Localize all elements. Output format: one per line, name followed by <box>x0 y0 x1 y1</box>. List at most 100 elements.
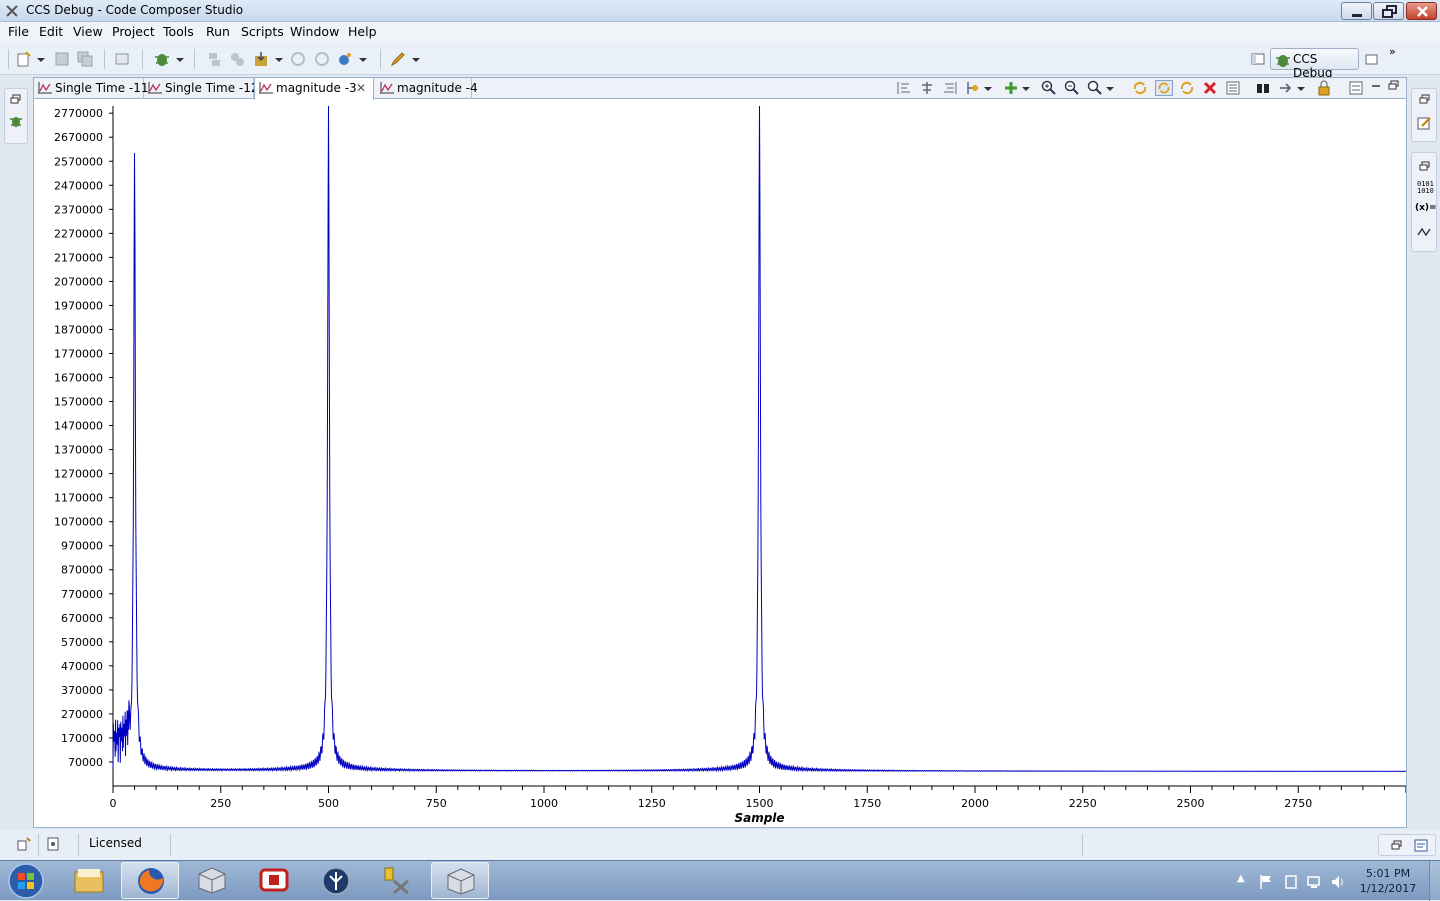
action-center-flag-icon[interactable] <box>1258 874 1274 890</box>
connect-icon[interactable] <box>206 51 222 67</box>
find-icon[interactable] <box>1255 80 1271 96</box>
new-icon[interactable] <box>16 51 32 67</box>
debug-dropdown-icon[interactable] <box>175 51 185 67</box>
menu-project[interactable]: Project <box>112 24 155 39</box>
show-hidden-icons-icon[interactable]: ▲ <box>1237 873 1245 884</box>
external-tools-icon[interactable] <box>337 51 353 67</box>
minimize-button[interactable] <box>1341 2 1372 20</box>
cursor-dropdown-icon[interactable] <box>984 80 992 96</box>
menu-run[interactable]: Run <box>206 24 230 39</box>
taskbar-explorer[interactable] <box>60 862 118 899</box>
magnitude-plot[interactable]: 2770000 2670000 2570000 2470000 2370000 22700… <box>34 100 1406 827</box>
menu-tools[interactable]: Tools <box>163 24 194 39</box>
minimize-view-icon[interactable] <box>1370 80 1382 92</box>
debug-view-icon[interactable] <box>8 113 24 129</box>
taskbar-tools[interactable] <box>369 862 427 899</box>
y-tick-label: 2370000 <box>54 203 103 216</box>
system-clock[interactable]: 5:01 PM 1/12/2017 <box>1358 866 1418 896</box>
volume-icon[interactable] <box>1330 874 1346 890</box>
tab-close-icon[interactable]: ✕ <box>356 81 366 95</box>
debug-icon[interactable] <box>154 51 170 67</box>
save-all-icon[interactable] <box>77 51 93 67</box>
status-separator <box>170 834 171 856</box>
console-icon[interactable] <box>1413 838 1429 854</box>
load-dropdown-icon[interactable] <box>274 51 284 67</box>
license-icon[interactable] <box>45 836 61 852</box>
restore-button[interactable] <box>1373 2 1404 20</box>
cube-icon <box>447 868 475 895</box>
perspective-ccs-debug-button[interactable]: CCS Debug <box>1270 48 1359 80</box>
fast-view-icon[interactable] <box>16 836 32 852</box>
properties-icon[interactable] <box>1225 80 1241 96</box>
delete-icon[interactable] <box>1202 80 1218 96</box>
open-perspective-icon-2[interactable] <box>1250 51 1266 67</box>
restore-icon[interactable] <box>1391 840 1403 852</box>
tab-single-time-12[interactable]: Single Time -12 <box>144 78 259 99</box>
zoom-dropdown-icon[interactable] <box>1106 80 1114 96</box>
other-perspective-icon[interactable] <box>1364 51 1380 67</box>
disabled-icon[interactable] <box>290 51 306 67</box>
device-icon[interactable] <box>1283 874 1299 890</box>
align-left-icon[interactable] <box>896 80 912 96</box>
restore-icon[interactable] <box>1419 161 1431 173</box>
zoom-fit-icon[interactable] <box>1087 80 1103 96</box>
pencil-icon[interactable] <box>390 51 406 67</box>
measurement-dropdown-icon[interactable] <box>1022 80 1030 96</box>
minimize-icon <box>1352 14 1362 17</box>
zoom-out-icon[interactable] <box>1064 80 1080 96</box>
x-axis-label: Sample <box>734 811 784 825</box>
maximize-view-icon[interactable] <box>1388 80 1400 92</box>
restore-icon[interactable] <box>10 94 22 106</box>
variables-icon[interactable]: (x)= <box>1415 203 1437 213</box>
align-right-icon[interactable] <box>942 80 958 96</box>
tab-magnitude-3[interactable]: magnitude -3 ✕ <box>254 77 374 100</box>
new-dropdown-icon[interactable] <box>36 51 46 67</box>
y-tick-label: 470000 <box>61 660 103 673</box>
zoom-in-icon[interactable] <box>1041 80 1057 96</box>
taskbar-app-cube-2[interactable] <box>431 862 489 899</box>
graph-icon <box>38 82 52 94</box>
external-tools-dropdown-icon[interactable] <box>358 51 368 67</box>
export-icon[interactable] <box>1278 80 1294 96</box>
terminate-connection-icon[interactable] <box>229 51 245 67</box>
taskbar-app-cube[interactable] <box>183 862 241 899</box>
menu-window[interactable]: Window <box>290 24 339 39</box>
clock-date: 1/12/2017 <box>1359 882 1417 895</box>
menu-edit[interactable]: Edit <box>39 24 63 39</box>
tab-single-time-11[interactable]: Single Time -11 <box>34 78 149 99</box>
continuous-refresh-icon[interactable] <box>1155 80 1173 96</box>
show-desktop-button[interactable] <box>1429 861 1440 901</box>
y-tick-label: 170000 <box>61 732 103 745</box>
load-program-icon[interactable] <box>253 51 269 67</box>
expressions-edit-icon[interactable] <box>1416 115 1432 131</box>
save-icon[interactable] <box>54 51 70 67</box>
align-center-icon[interactable] <box>919 80 935 96</box>
taskbar-firefox[interactable] <box>121 862 179 899</box>
menu-help[interactable]: Help <box>348 24 377 39</box>
menu-view[interactable]: View <box>73 24 103 39</box>
pencil-dropdown-icon[interactable] <box>411 51 421 67</box>
y-tick-label: 2770000 <box>54 107 103 120</box>
menu-scripts[interactable]: Scripts <box>241 24 284 39</box>
menu-file[interactable]: File <box>8 24 29 39</box>
view-menu-icon[interactable] <box>1348 80 1364 96</box>
perspective-overflow-icon[interactable]: » <box>1389 45 1396 58</box>
close-button[interactable] <box>1406 2 1437 20</box>
refresh-all-icon[interactable] <box>1179 80 1195 96</box>
taskbar-ccs[interactable] <box>307 862 365 899</box>
network-icon[interactable] <box>1307 874 1323 890</box>
lock-icon[interactable] <box>1316 80 1332 96</box>
disabled-icon-2[interactable] <box>314 51 330 67</box>
taskbar-app-red[interactable] <box>245 862 303 899</box>
expressions-icon[interactable] <box>1416 225 1432 241</box>
refresh-icon[interactable] <box>1132 80 1148 96</box>
export-dropdown-icon[interactable] <box>1297 80 1305 96</box>
add-measurement-icon[interactable] <box>1003 80 1019 96</box>
restore-icon[interactable] <box>1419 94 1431 106</box>
x-tick-label: 500 <box>318 797 339 810</box>
cursor-icon[interactable] <box>965 80 981 96</box>
open-perspective-icon[interactable] <box>114 51 130 67</box>
registers-icon[interactable]: 0101 1010 <box>1417 181 1434 195</box>
tab-magnitude-4[interactable]: magnitude -4 <box>376 78 478 99</box>
start-button[interactable] <box>6 862 46 900</box>
